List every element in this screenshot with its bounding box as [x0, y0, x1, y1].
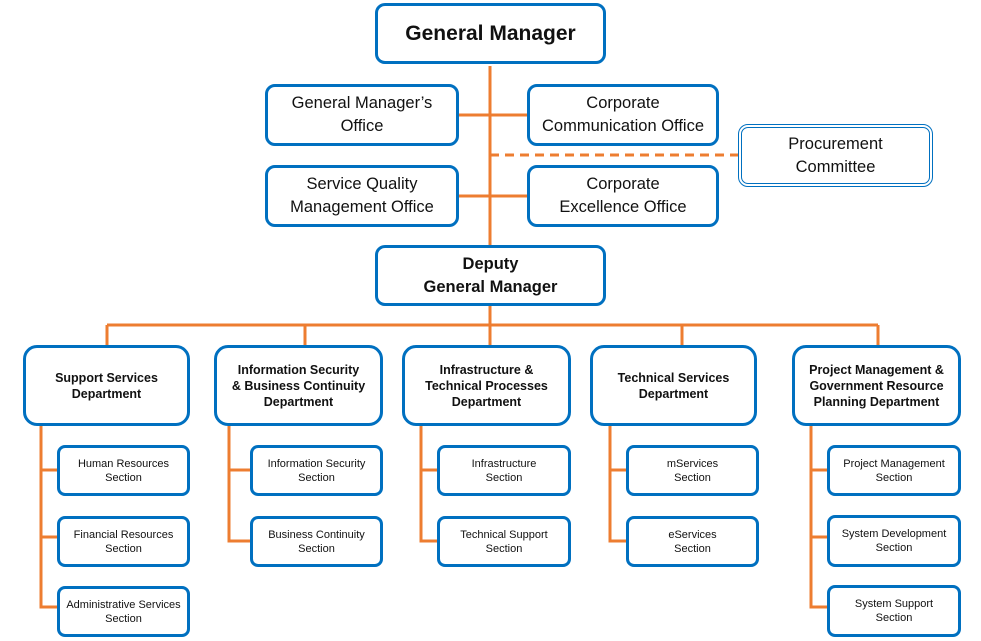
procurement-committee-box: Procurement Committee	[738, 124, 933, 187]
pm-sections-connector	[809, 426, 827, 609]
section-box: Information Security Section	[250, 445, 383, 496]
infra-sections-connector	[419, 426, 437, 543]
corporate-communication-box: Corporate Communication Office	[527, 84, 719, 146]
department-support-services: Support Services Department	[23, 345, 190, 426]
section-box: Administrative Services Section	[57, 586, 190, 637]
section-box: System Development Section	[827, 515, 961, 567]
section-box: Infrastructure Section	[437, 445, 571, 496]
tech-sections-connector	[608, 426, 626, 543]
deputy-general-manager-box: Deputy General Manager	[375, 245, 606, 306]
section-box: eServices Section	[626, 516, 759, 567]
department-information-security: Information Security & Business Continui…	[214, 345, 383, 426]
department-technical-services: Technical Services Department	[590, 345, 757, 426]
section-box: Human Resources Section	[57, 445, 190, 496]
general-manager-box: General Manager	[375, 3, 606, 64]
section-box: Financial Resources Section	[57, 516, 190, 567]
section-box: Project Management Section	[827, 445, 961, 496]
section-box: System Support Section	[827, 585, 961, 637]
section-box: Technical Support Section	[437, 516, 571, 567]
section-box: Business Continuity Section	[250, 516, 383, 567]
department-infrastructure: Infrastructure & Technical Processes Dep…	[402, 345, 571, 426]
infosec-sections-connector	[227, 426, 250, 543]
support-sections-connector	[39, 426, 57, 609]
section-box: mServices Section	[626, 445, 759, 496]
org-chart: General Manager General Manager’s Office…	[0, 0, 981, 641]
department-project-management: Project Management & Government Resource…	[792, 345, 961, 426]
corporate-excellence-box: Corporate Excellence Office	[527, 165, 719, 227]
service-quality-box: Service Quality Management Office	[265, 165, 459, 227]
gm-office-box: General Manager’s Office	[265, 84, 459, 146]
